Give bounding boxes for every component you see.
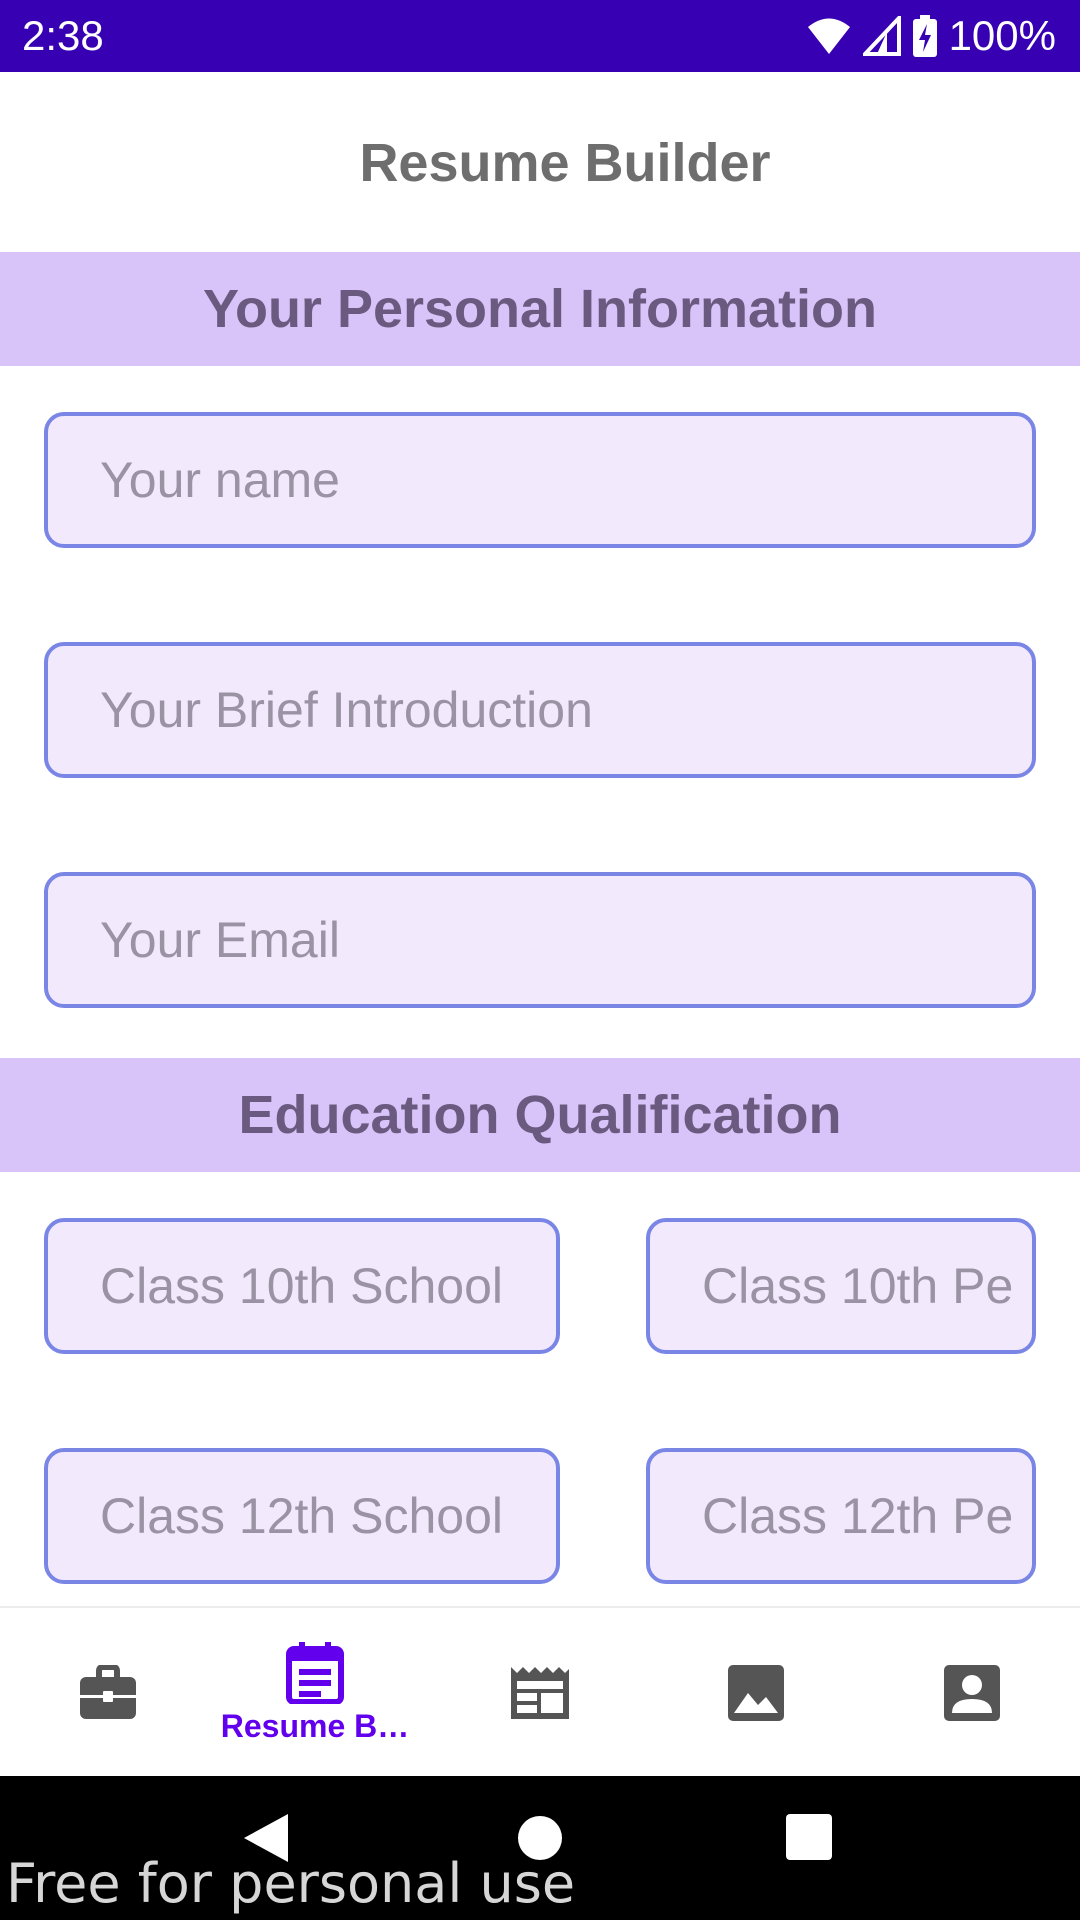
- briefcase-icon: [80, 1665, 136, 1719]
- battery-charging-icon: [912, 15, 937, 57]
- intro-field[interactable]: [44, 642, 1036, 778]
- personal-info-heading: Your Personal Information: [202, 279, 878, 339]
- education-heading: Education Qualification: [238, 1085, 842, 1145]
- status-icons: 100%: [807, 10, 1056, 62]
- class10-school-field[interactable]: [44, 1218, 560, 1354]
- education-header: Education Qualification: [0, 1058, 1080, 1172]
- watermark: Free for personal use: [6, 1852, 576, 1915]
- class10-school-input[interactable]: [48, 1222, 556, 1350]
- battery-percent: 100%: [948, 12, 1056, 59]
- image-icon: [728, 1665, 784, 1721]
- bottom-navigation: Resume B…: [0, 1606, 1080, 1778]
- name-input[interactable]: [48, 416, 1032, 544]
- personal-info-header: Your Personal Information: [0, 252, 1080, 366]
- nav-item-news[interactable]: [432, 1608, 648, 1778]
- nav-item-profile[interactable]: [864, 1608, 1080, 1778]
- nav-item-gallery[interactable]: [648, 1608, 864, 1778]
- nav-item-resume-builder[interactable]: Resume B…: [207, 1608, 423, 1778]
- newspaper-icon: [511, 1667, 569, 1719]
- intro-input[interactable]: [48, 646, 1032, 774]
- email-input[interactable]: [48, 876, 1032, 1004]
- calendar-note-icon: [286, 1641, 344, 1704]
- class10-percent-input[interactable]: [650, 1222, 1032, 1350]
- status-bar: 2:38 100%: [0, 0, 1080, 72]
- class12-percent-field[interactable]: [646, 1448, 1036, 1584]
- recents-icon[interactable]: [786, 1814, 832, 1860]
- nav-item-jobs[interactable]: [0, 1608, 216, 1778]
- page-title: Resume Builder: [359, 133, 771, 193]
- status-time: 2:38: [22, 12, 104, 59]
- account-box-icon: [944, 1665, 1000, 1721]
- class12-school-field[interactable]: [44, 1448, 560, 1584]
- email-field[interactable]: [44, 872, 1036, 1008]
- signal-icon: [862, 16, 901, 56]
- class12-percent-input[interactable]: [650, 1452, 1032, 1580]
- class12-school-input[interactable]: [48, 1452, 556, 1580]
- nav-item-label: Resume B…: [220, 1707, 410, 1744]
- name-field[interactable]: [44, 412, 1036, 548]
- class10-percent-field[interactable]: [646, 1218, 1036, 1354]
- wifi-icon: [807, 18, 850, 54]
